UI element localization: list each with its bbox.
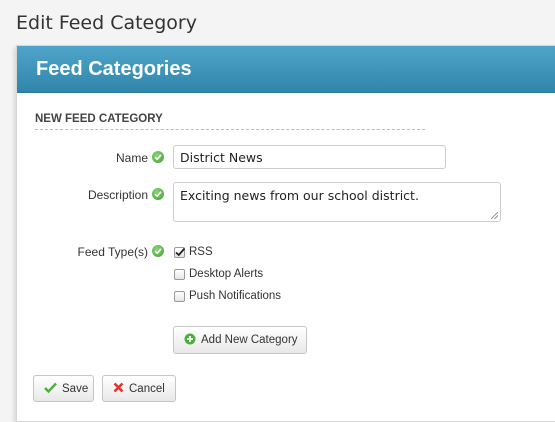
x-icon <box>113 382 124 396</box>
feed-categories-panel: Feed Categories NEW FEED CATEGORY Name D… <box>16 45 555 422</box>
description-label: Description <box>87 188 148 202</box>
name-input[interactable] <box>173 145 446 169</box>
push-notifications-label: Push Notifications <box>189 290 282 302</box>
add-new-category-label: Add New Category <box>201 334 298 346</box>
description-text: Exciting news from our school district. <box>180 188 419 203</box>
feed-types-label: Feed Type(s) <box>77 245 148 259</box>
description-valid-icon <box>152 188 164 200</box>
desktop-alerts-checkbox[interactable] <box>174 269 185 280</box>
feed-types-valid-icon <box>152 245 164 257</box>
add-new-category-button[interactable]: Add New Category <box>173 326 307 354</box>
rss-checkbox[interactable] <box>174 247 186 258</box>
description-textarea[interactable]: Exciting news from our school district. <box>173 182 501 222</box>
save-label: Save <box>62 382 89 395</box>
cancel-label: Cancel <box>129 382 165 395</box>
page-title: Edit Feed Category <box>16 12 197 34</box>
save-button[interactable]: Save <box>33 375 94 402</box>
section-title: NEW FEED CATEGORY <box>35 113 425 130</box>
plus-circle-icon <box>184 333 196 348</box>
resize-grip-icon[interactable] <box>491 212 498 219</box>
desktop-alerts-label: Desktop Alerts <box>189 268 264 280</box>
push-notifications-checkbox[interactable] <box>174 291 185 302</box>
name-valid-icon <box>152 151 164 163</box>
rss-label: RSS <box>189 246 213 258</box>
cancel-button[interactable]: Cancel <box>102 375 176 402</box>
panel-header: Feed Categories <box>17 46 555 93</box>
check-icon <box>44 382 57 396</box>
name-label: Name <box>115 151 148 165</box>
